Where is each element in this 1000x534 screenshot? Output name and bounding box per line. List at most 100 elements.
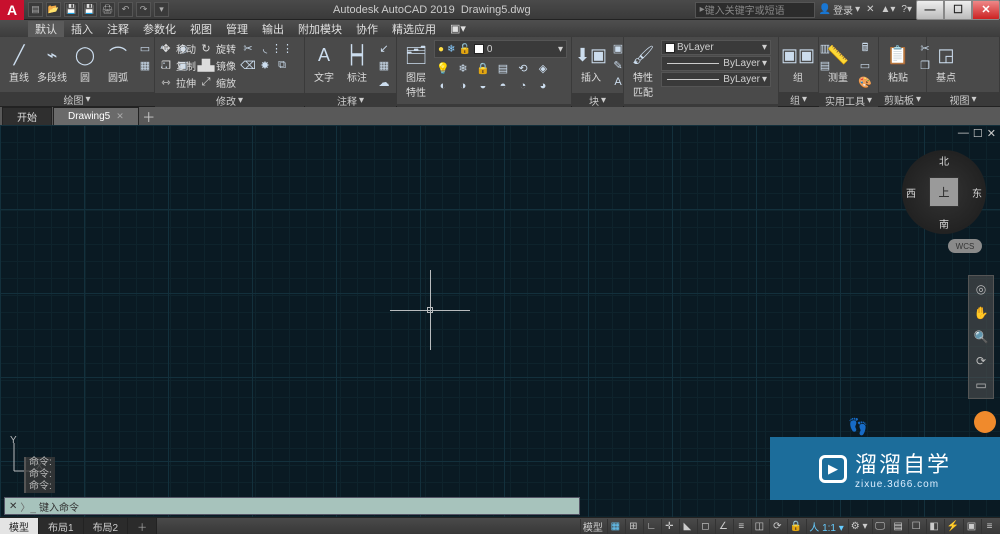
group-button[interactable]: ▣▣组 [783,40,813,86]
help-icon[interactable]: ?▾ [901,4,912,15]
rect-icon[interactable]: ▭ [136,40,154,56]
exchange-icon[interactable]: ✕ [866,4,874,15]
qat-plot-icon[interactable]: 🖨 [100,2,115,17]
login-button[interactable]: 👤 登录 ▾ [819,2,860,17]
tab-featured[interactable]: 精选应用 [385,21,443,37]
status-units-icon[interactable]: ▤ [890,519,906,534]
matchprop-button[interactable]: 🖌特性 匹配 [628,40,658,101]
layer-c-icon[interactable]: ◒ [474,78,492,94]
rotate-button[interactable]: ↻旋转 [199,40,236,56]
status-osnap-icon[interactable]: ◻ [697,519,713,534]
qat-more-icon[interactable]: ▾ [154,2,169,17]
panel-util-title[interactable]: 实用工具▾ [819,93,878,107]
paint-icon[interactable]: 🎨 [856,74,874,90]
mirror-button[interactable]: ▟▙镜像 [199,57,236,73]
panel-viewbase-title[interactable]: 视图▾ [927,92,999,106]
layer-match-icon[interactable]: ▤ [494,60,512,76]
tab-layout2[interactable]: 布局2 [84,518,129,534]
ltype-dropdown[interactable]: ByLayer▾ [661,72,771,87]
doc-min-icon[interactable]: — [958,127,969,140]
status-grid-icon[interactable]: ▦ [607,519,623,534]
basepoint-button[interactable]: ◲基点 [931,40,961,86]
panel-clip-title[interactable]: 剪贴板▾ [879,92,926,106]
tab-annotate[interactable]: 注释 [100,21,136,37]
close-tab-icon[interactable]: ✕ [116,111,124,122]
table-icon[interactable]: ▦ [375,57,393,73]
viewcube-west[interactable]: 西 [906,185,916,200]
nav-wheel-icon[interactable]: ◎ [972,280,990,298]
status-clean-icon[interactable]: ▣ [963,519,979,534]
layer-iso-icon[interactable]: ◈ [534,60,552,76]
qat-new-icon[interactable]: ▤ [28,2,43,17]
viewcube-face[interactable]: 上 [929,177,959,207]
qat-open-icon[interactable]: 📂 [46,2,61,17]
status-polar-icon[interactable]: ✛ [661,519,677,534]
tab-insert[interactable]: 插入 [64,21,100,37]
layer-a-icon[interactable]: ◐ [434,78,452,94]
panel-modify-title[interactable]: 修改 ▾ [155,93,304,107]
tab-addons[interactable]: 附加模块 [291,21,349,37]
layer-prev-icon[interactable]: ⟲ [514,60,532,76]
status-model-label[interactable]: 模型 [580,519,605,534]
tab-expand-icon[interactable]: ▣▾ [443,22,473,35]
measure-button[interactable]: 📏测量 [823,40,853,86]
paste-button[interactable]: 📋粘贴 [883,40,913,86]
drawing-canvas[interactable]: — ☐ ✕ 北 东 南 西 上 WCS ◎ ✋ 🔍 ⟳ ▭ Y X 命令: 命令… [0,125,1000,517]
status-hw-icon[interactable]: ⚡ [944,519,961,534]
qat-undo-icon[interactable]: ↶ [118,2,133,17]
viewcube-north[interactable]: 北 [939,153,949,168]
status-otrack-icon[interactable]: ∠ [715,519,731,534]
tab-default[interactable]: 默认 [28,21,64,37]
doc-max-icon[interactable]: ☐ [973,127,983,140]
tab-layout1[interactable]: 布局1 [39,518,84,534]
qat-redo-icon[interactable]: ↷ [136,2,151,17]
status-snap-icon[interactable]: ⊞ [625,519,641,534]
nav-pan-icon[interactable]: ✋ [972,304,990,322]
leader-icon[interactable]: ↙ [375,40,393,56]
nav-show-icon[interactable]: ▭ [972,376,990,394]
layer-off-icon[interactable]: 💡 [434,60,452,76]
layer-e-icon[interactable]: ◔ [514,78,532,94]
viewcube-east[interactable]: 东 [972,185,982,200]
color-dropdown[interactable]: ByLayer▾ [661,40,771,55]
status-ortho-icon[interactable]: ∟ [643,519,659,534]
minimize-button[interactable]: — [916,0,944,20]
panel-block-title[interactable]: 块 ▾ [572,93,623,107]
nav-orbit-icon[interactable]: ⟳ [972,352,990,370]
insert-button[interactable]: ⬇▣插入 [576,40,606,86]
tab-model[interactable]: 模型 [0,518,39,534]
cloud-icon[interactable]: ☁ [375,74,393,90]
current-layer-dropdown[interactable]: ● ❄ 🔓 0 ▾ [434,40,567,58]
status-trans-icon[interactable]: ◫ [751,519,767,534]
help-bubble[interactable] [974,411,996,433]
line-button[interactable]: ╱ 直线 [4,40,34,86]
lweight-dropdown[interactable]: ByLayer▾ [661,56,771,71]
nav-zoom-icon[interactable]: 🔍 [972,328,990,346]
tab-parametric[interactable]: 参数化 [136,21,183,37]
new-tab-button[interactable]: ＋ [140,107,158,125]
stayconnected-icon[interactable]: ▲▾ [880,4,895,15]
explode-icon[interactable]: ✸ [256,57,274,73]
app-logo[interactable]: A [0,0,24,20]
panel-group-title[interactable]: 组▾ [779,92,818,106]
layer-lock2-icon[interactable]: 🔒 [474,60,492,76]
tab-output[interactable]: 输出 [255,21,291,37]
stretch-button[interactable]: ⇿拉伸 [159,74,196,90]
copy-button[interactable]: ❐复制 [159,57,196,73]
doc-close-icon[interactable]: ✕ [987,127,996,140]
layer-freeze2-icon[interactable]: ❄ [454,60,472,76]
hatch-icon[interactable]: ▦ [136,57,154,73]
status-iso-icon[interactable]: ◣ [679,519,695,534]
status-custom-icon[interactable]: ≡ [981,519,997,534]
arc-button[interactable]: ⌒ 圆弧 [103,40,133,86]
tab-view[interactable]: 视图 [183,21,219,37]
status-ws-icon[interactable]: ⚙ ▾ [848,519,870,534]
text-button[interactable]: A文字 [309,40,339,86]
qat-saveas-icon[interactable]: 💾 [82,2,97,17]
status-isolate-icon[interactable]: ◧ [926,519,942,534]
status-annoscale-icon[interactable]: 人 1:1 ▾ [806,519,845,534]
layer-b-icon[interactable]: ◑ [454,78,472,94]
maximize-button[interactable]: ☐ [944,0,972,20]
status-anno-icon[interactable]: 🔒 [787,519,804,534]
add-layout-button[interactable]: ＋ [128,518,157,534]
